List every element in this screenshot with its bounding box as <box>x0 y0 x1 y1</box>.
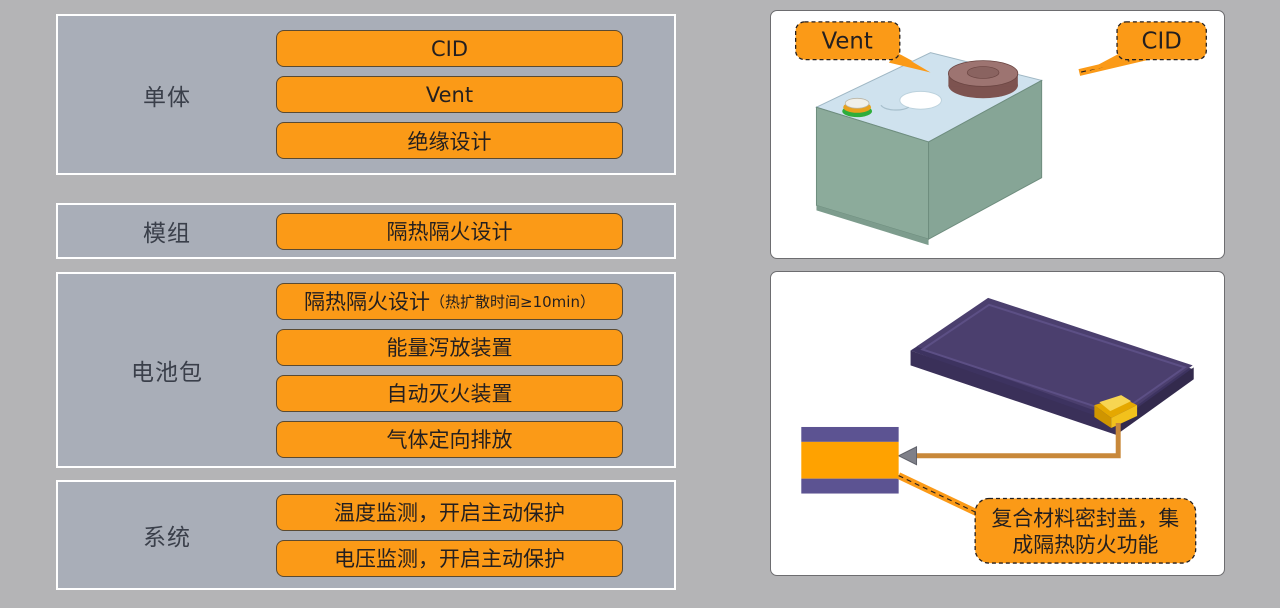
pill-label: 隔热隔火设计 <box>386 220 513 244</box>
pill-group: 温度监测，开启主动保护 电压监测，开启主动保护 <box>276 493 674 577</box>
pill-item[interactable]: 绝缘设计 <box>276 122 623 159</box>
row-category-label: 系统 <box>143 525 191 551</box>
prismatic-cell-illustration-card: Vent CID <box>770 10 1225 259</box>
sealing-layer-cross-section <box>801 426 899 494</box>
table-row-cell: 单体 CID Vent 绝缘设计 <box>56 14 676 175</box>
row-category-label: 模组 <box>143 221 191 247</box>
table-row-system: 系统 温度监测，开启主动保护 电压监测，开启主动保护 <box>56 480 676 590</box>
pill-group: 隔热隔火设计 <box>276 212 674 250</box>
pill-label: 自动灭火装置 <box>386 382 513 406</box>
callout-vent[interactable]: Vent <box>794 21 931 73</box>
layer-middle-orange <box>801 441 899 479</box>
pill-group: 隔热隔火设计 （热扩散时间≥10min） 能量泻放装置 自动灭火装置 气体定向排… <box>276 282 674 458</box>
pill-item[interactable]: 自动灭火装置 <box>276 374 623 412</box>
row-category-label: 单体 <box>143 84 191 111</box>
row-category-label: 电池包 <box>131 360 203 386</box>
pill-item[interactable]: 隔热隔火设计 <box>276 212 623 250</box>
pill-label: 温度监测，开启主动保护 <box>334 501 565 525</box>
cid-callout-label: CID <box>1142 29 1182 55</box>
sealcap-callout-label-line2: 成隔热防火功能 <box>1012 533 1158 557</box>
pill-item[interactable]: 电压监测，开启主动保护 <box>276 539 623 577</box>
pill-label: 电压监测，开启主动保护 <box>334 547 565 571</box>
pill-label: CID <box>430 36 469 61</box>
sealcap-callout-label-line1: 复合材料密封盖，集 <box>992 506 1180 530</box>
pill-label: 绝缘设计 <box>407 129 492 154</box>
pill-item[interactable]: 气体定向排放 <box>276 420 623 458</box>
callout-sealing-cap[interactable]: 复合材料密封盖，集 成隔热防火功能 <box>974 497 1197 564</box>
pill-group: CID Vent 绝缘设计 <box>276 30 674 159</box>
layer-top-purple <box>801 426 899 442</box>
capability-hierarchy-table: 单体 CID Vent 绝缘设计 模组 隔热隔火设计 电池包 隔热隔火设计 （热… <box>56 14 676 590</box>
cell-top-hole <box>899 90 942 110</box>
table-row-pack: 电池包 隔热隔火设计 （热扩散时间≥10min） 能量泻放装置 自动灭火装置 气… <box>56 272 676 468</box>
pouch-cell-illustration-card: 复合材料密封盖，集 成隔热防火功能 <box>770 271 1225 576</box>
pill-item[interactable]: CID <box>276 30 623 67</box>
pill-label: 隔热隔火设计 <box>304 290 431 314</box>
tab-leader-line <box>913 423 1121 459</box>
pill-label: 气体定向排放 <box>386 428 513 452</box>
pill-label: 能量泻放装置 <box>386 336 513 360</box>
callout-cid[interactable]: CID <box>1087 21 1207 71</box>
vent-disc-cap <box>844 97 870 109</box>
pill-item[interactable]: 能量泻放装置 <box>276 328 623 366</box>
pill-item[interactable]: Vent <box>276 76 623 113</box>
pill-note: （热扩散时间≥10min） <box>430 292 595 311</box>
tab-leader-arrowhead <box>897 446 918 466</box>
pill-item[interactable]: 隔热隔火设计 （热扩散时间≥10min） <box>276 282 623 320</box>
table-row-module: 模组 隔热隔火设计 <box>56 203 676 259</box>
layer-bottom-purple <box>801 478 899 494</box>
vent-callout-label: Vent <box>822 29 873 55</box>
cid-cap-inner <box>966 66 1000 79</box>
pill-label: Vent <box>425 82 474 107</box>
pill-item[interactable]: 温度监测，开启主动保护 <box>276 493 623 531</box>
